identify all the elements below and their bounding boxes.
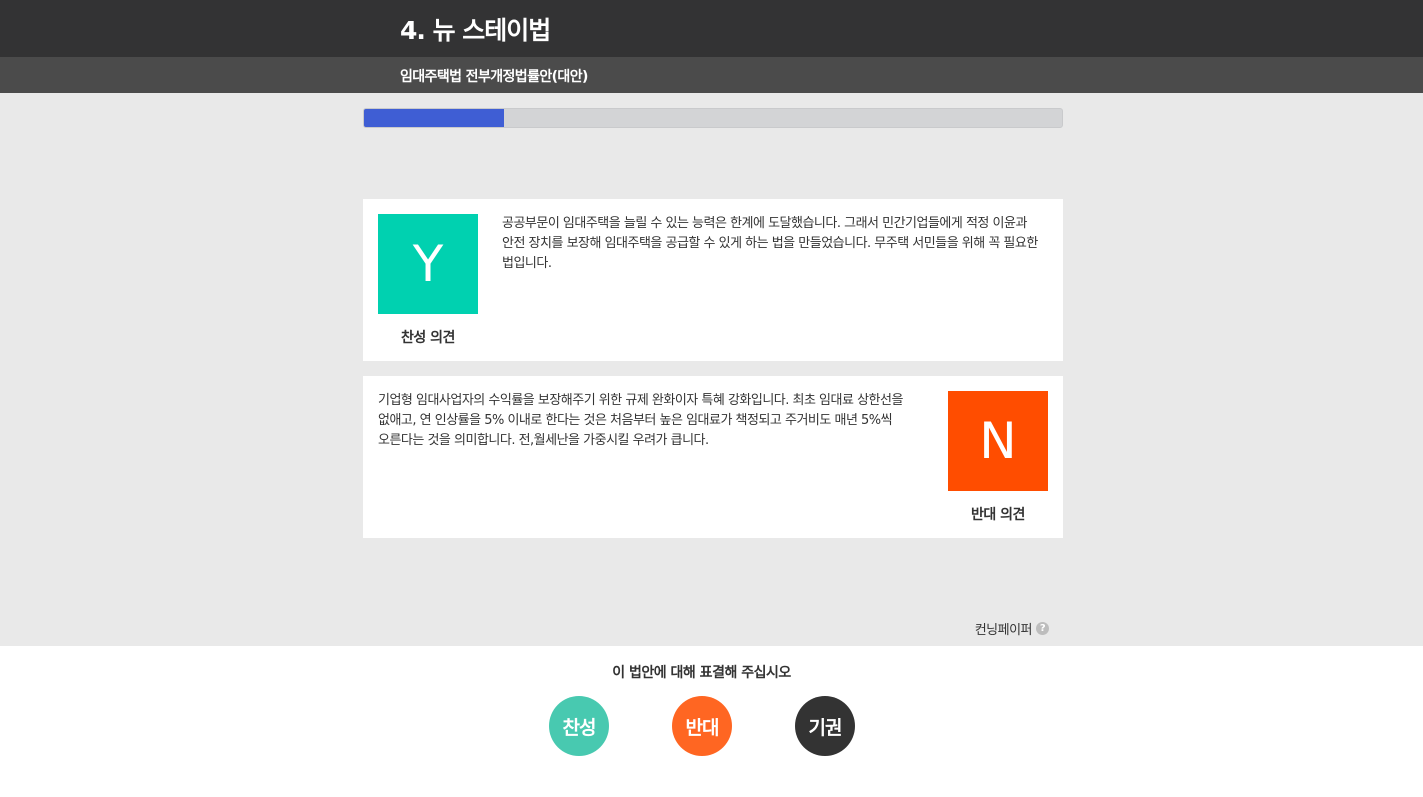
- progress-bar: [363, 108, 1063, 128]
- question-circle-icon[interactable]: ?: [1036, 622, 1049, 635]
- cheat-sheet-label: 컨닝페이퍼: [974, 623, 1033, 638]
- vote-prompt: 이 법안에 대해 표결해 주십시오: [612, 665, 791, 681]
- vote-yes-button[interactable]: 찬성: [549, 696, 609, 756]
- bill-subheader: 임대주택법 전부개정법률안(대안): [0, 57, 1423, 93]
- pro-opinion-label: 찬성 의견: [401, 330, 455, 346]
- con-opinion-text: 기업형 임대사업자의 수익률을 보장해주기 위한 규제 완화이자 특혜 강화입니…: [378, 393, 903, 448]
- vote-abstain-button[interactable]: 기권: [795, 696, 855, 756]
- page-title: 4. 뉴 스테이법: [400, 16, 551, 45]
- con-avatar: N: [948, 391, 1048, 491]
- bill-name: 임대주택법 전부개정법률안(대안): [400, 69, 588, 85]
- pro-avatar: Y: [378, 214, 478, 314]
- pro-opinion-text: 공공부문이 임대주택을 늘릴 수 있는 능력은 한계에 도달했습니다. 그래서 …: [502, 216, 1038, 271]
- con-opinion-card: 기업형 임대사업자의 수익률을 보장해주기 위한 규제 완화이자 특혜 강화입니…: [363, 376, 1063, 538]
- con-opinion-label: 반대 의견: [971, 507, 1025, 523]
- pro-opinion-card: Y 찬성 의견 공공부문이 임대주택을 늘릴 수 있는 능력은 한계에 도달했습…: [363, 199, 1063, 361]
- progress-bar-fill: [364, 109, 504, 127]
- vote-panel: 이 법안에 대해 표결해 주십시오 찬성 반대 기권: [0, 646, 1423, 797]
- vote-no-button[interactable]: 반대: [672, 696, 732, 756]
- cheat-sheet-link[interactable]: 컨닝페이퍼 ?: [975, 619, 1049, 638]
- page-header: 4. 뉴 스테이법: [0, 0, 1423, 57]
